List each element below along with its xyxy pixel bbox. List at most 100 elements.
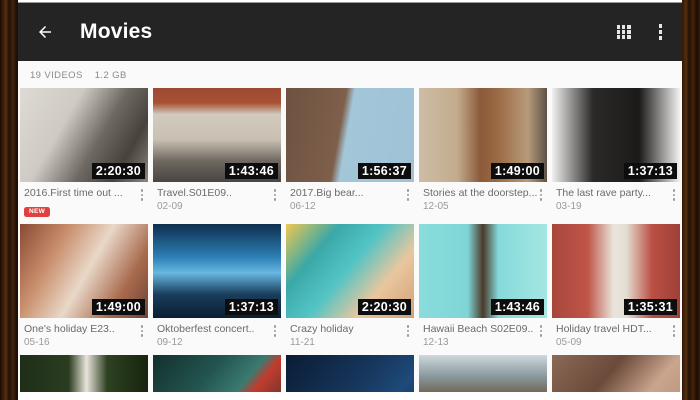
video-title: Crazy holiday bbox=[290, 323, 404, 336]
video-date: 03-19 bbox=[556, 200, 670, 213]
duration-badge: 2:20:30 bbox=[92, 163, 145, 179]
duration-badge: 1:56:37 bbox=[358, 163, 411, 179]
video-thumbnail[interactable] bbox=[286, 355, 414, 392]
video-thumbnail[interactable] bbox=[153, 355, 281, 392]
folder-summary: 19 VIDEOS 1.2 GB bbox=[18, 61, 682, 88]
caption-text: Hawaii Beach S02E09..12-13 bbox=[423, 323, 537, 349]
video-date: 02-09 bbox=[157, 200, 271, 213]
item-menu-icon[interactable] bbox=[670, 323, 679, 339]
item-menu-icon[interactable] bbox=[404, 323, 413, 339]
video-title: Oktoberfest concert.. bbox=[157, 323, 271, 336]
video-thumbnail[interactable]: 2:20:30 bbox=[286, 224, 414, 318]
video-thumbnail[interactable] bbox=[552, 355, 680, 392]
item-menu-icon[interactable] bbox=[271, 187, 280, 203]
video-tile[interactable] bbox=[286, 355, 414, 392]
video-caption: Holiday travel HDT...05-09 bbox=[552, 318, 680, 349]
caption-text: Stories at the doorstep...12-05 bbox=[423, 187, 537, 213]
duration-badge: 1:37:13 bbox=[225, 299, 278, 315]
caption-text: Oktoberfest concert..09-12 bbox=[157, 323, 271, 349]
video-thumbnail[interactable] bbox=[20, 355, 148, 392]
duration-badge: 1:43:46 bbox=[225, 163, 278, 179]
caption-text: Holiday travel HDT...05-09 bbox=[556, 323, 670, 349]
item-menu-icon[interactable] bbox=[138, 187, 147, 203]
item-menu-icon[interactable] bbox=[404, 187, 413, 203]
video-date: 05-16 bbox=[24, 336, 138, 349]
item-menu-icon[interactable] bbox=[138, 323, 147, 339]
video-tile[interactable]: 1:49:00 One's holiday E23..05-16 bbox=[20, 224, 148, 349]
video-date: 05-09 bbox=[556, 336, 670, 349]
back-button[interactable] bbox=[36, 23, 54, 41]
video-title: Stories at the doorstep... bbox=[423, 187, 537, 200]
video-title: The last rave party... bbox=[556, 187, 670, 200]
video-date: 09-12 bbox=[157, 336, 271, 349]
video-tile[interactable]: 1:56:37 2017.Big bear...06-12 bbox=[286, 88, 414, 218]
duration-badge: 1:35:31 bbox=[624, 299, 677, 315]
video-tile[interactable]: 1:49:00 Stories at the doorstep...12-05 bbox=[419, 88, 547, 218]
page-title: Movies bbox=[80, 20, 152, 44]
video-thumbnail[interactable]: 1:35:31 bbox=[552, 224, 680, 318]
item-menu-icon[interactable] bbox=[537, 187, 546, 203]
video-thumbnail[interactable]: 1:43:46 bbox=[419, 224, 547, 318]
video-tile[interactable] bbox=[153, 355, 281, 392]
video-count: 19 VIDEOS bbox=[30, 70, 83, 81]
caption-text: The last rave party...03-19 bbox=[556, 187, 670, 213]
video-caption: The last rave party...03-19 bbox=[552, 182, 680, 213]
grid-view-icon[interactable] bbox=[617, 25, 631, 39]
video-thumbnail[interactable]: 1:49:00 bbox=[20, 224, 148, 318]
total-size: 1.2 GB bbox=[95, 70, 127, 81]
video-thumbnail[interactable]: 1:43:46 bbox=[153, 88, 281, 182]
video-thumbnail[interactable]: 1:37:13 bbox=[552, 88, 680, 182]
item-menu-icon[interactable] bbox=[271, 323, 280, 339]
video-caption: One's holiday E23..05-16 bbox=[20, 318, 148, 349]
video-tile[interactable]: 1:43:46 Travel.S01E09..02-09 bbox=[153, 88, 281, 218]
duration-badge: 1:43:46 bbox=[491, 299, 544, 315]
video-caption: Oktoberfest concert..09-12 bbox=[153, 318, 281, 349]
video-tile[interactable] bbox=[552, 355, 680, 392]
duration-badge: 1:49:00 bbox=[491, 163, 544, 179]
video-thumbnail[interactable]: 1:49:00 bbox=[419, 88, 547, 182]
caption-text: Travel.S01E09..02-09 bbox=[157, 187, 271, 213]
video-title: Holiday travel HDT... bbox=[556, 323, 670, 336]
video-title: 2017.Big bear... bbox=[290, 187, 404, 200]
video-caption: Hawaii Beach S02E09..12-13 bbox=[419, 318, 547, 349]
video-title: One's holiday E23.. bbox=[24, 323, 138, 336]
video-caption: Crazy holiday11-21 bbox=[286, 318, 414, 349]
video-date: 11-21 bbox=[290, 336, 404, 349]
video-caption: Stories at the doorstep...12-05 bbox=[419, 182, 547, 213]
video-title: Hawaii Beach S02E09.. bbox=[423, 323, 537, 336]
video-grid: 2:20:30 2016.First time out ... NEW 1:43:46… bbox=[18, 88, 682, 392]
video-thumbnail[interactable]: 2:20:30 bbox=[20, 88, 148, 182]
new-badge: NEW bbox=[24, 207, 50, 217]
video-tile[interactable]: 2:20:30 Crazy holiday11-21 bbox=[286, 224, 414, 349]
caption-text: Crazy holiday11-21 bbox=[290, 323, 404, 349]
caption-text: One's holiday E23..05-16 bbox=[24, 323, 138, 349]
video-title: Travel.S01E09.. bbox=[157, 187, 271, 200]
video-tile[interactable]: 1:37:13 The last rave party...03-19 bbox=[552, 88, 680, 218]
video-caption: 2017.Big bear...06-12 bbox=[286, 182, 414, 213]
video-date: 06-12 bbox=[290, 200, 404, 213]
caption-text: 2017.Big bear...06-12 bbox=[290, 187, 404, 213]
overflow-menu-icon[interactable] bbox=[657, 22, 665, 42]
duration-badge: 2:20:30 bbox=[358, 299, 411, 315]
back-arrow-icon bbox=[36, 23, 54, 41]
item-menu-icon[interactable] bbox=[670, 187, 679, 203]
item-menu-icon[interactable] bbox=[537, 323, 546, 339]
video-thumbnail[interactable] bbox=[419, 355, 547, 392]
duration-badge: 1:49:00 bbox=[92, 299, 145, 315]
toolbar: Movies bbox=[18, 3, 682, 61]
video-date: 12-13 bbox=[423, 336, 537, 349]
video-title: 2016.First time out ... bbox=[24, 187, 138, 200]
caption-text: 2016.First time out ... NEW bbox=[24, 187, 138, 218]
video-tile[interactable] bbox=[20, 355, 148, 392]
video-thumbnail[interactable]: 1:56:37 bbox=[286, 88, 414, 182]
video-thumbnail[interactable]: 1:37:13 bbox=[153, 224, 281, 318]
video-tile[interactable]: 1:35:31 Holiday travel HDT...05-09 bbox=[552, 224, 680, 349]
app-screen: Movies 19 VIDEOS 1.2 GB 2:20:30 2016.Firs… bbox=[18, 2, 682, 392]
video-tile[interactable]: 1:43:46 Hawaii Beach S02E09..12-13 bbox=[419, 224, 547, 349]
video-caption: 2016.First time out ... NEW bbox=[20, 182, 148, 218]
video-tile[interactable]: 2:20:30 2016.First time out ... NEW bbox=[20, 88, 148, 218]
duration-badge: 1:37:13 bbox=[624, 163, 677, 179]
video-tile[interactable] bbox=[419, 355, 547, 392]
video-tile[interactable]: 1:37:13 Oktoberfest concert..09-12 bbox=[153, 224, 281, 349]
video-caption: Travel.S01E09..02-09 bbox=[153, 182, 281, 213]
